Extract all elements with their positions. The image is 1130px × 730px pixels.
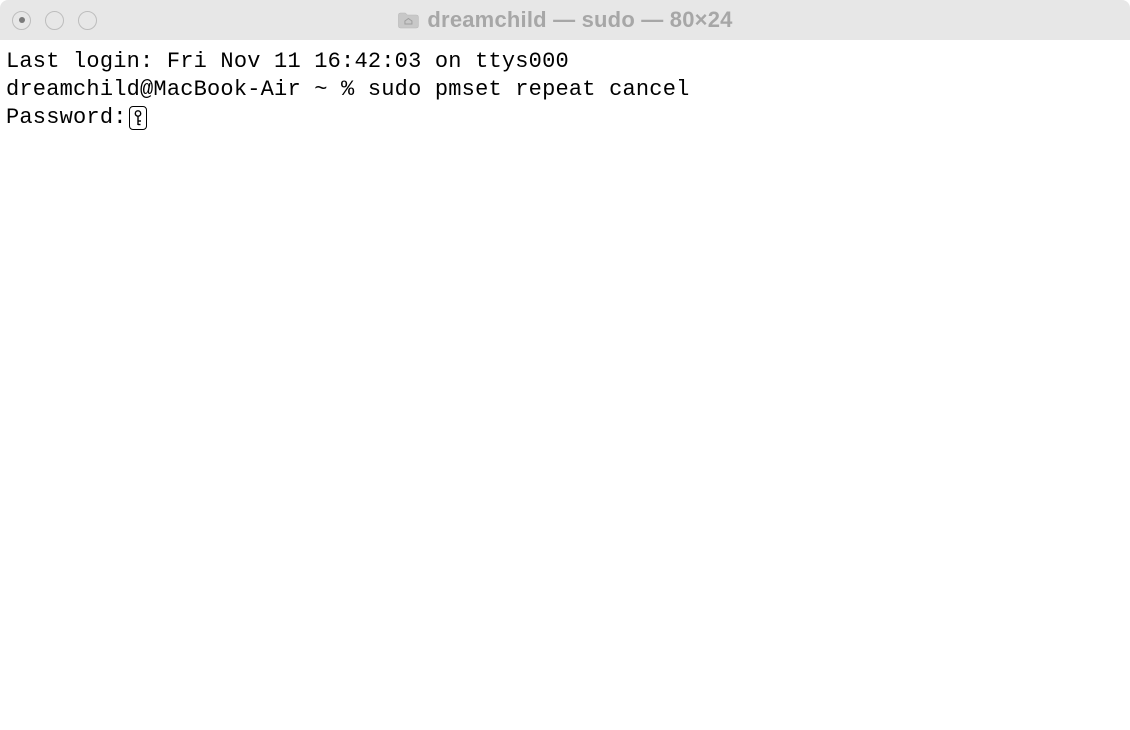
window-title: dreamchild — sudo — 80×24 (427, 7, 732, 33)
window-controls (12, 11, 97, 30)
terminal-last-login: Last login: Fri Nov 11 16:42:03 on ttys0… (6, 48, 1124, 76)
window-titlebar: dreamchild — sudo — 80×24 (0, 0, 1130, 40)
key-icon (129, 106, 147, 130)
zoom-button[interactable] (78, 11, 97, 30)
home-folder-icon (397, 11, 419, 29)
window-title-group: dreamchild — sudo — 80×24 (397, 7, 732, 33)
password-label: Password: (6, 104, 127, 132)
terminal-password-line: Password: (6, 104, 1124, 132)
minimize-button[interactable] (45, 11, 64, 30)
terminal-area[interactable]: Last login: Fri Nov 11 16:42:03 on ttys0… (0, 40, 1130, 730)
close-button[interactable] (12, 11, 31, 30)
terminal-prompt-line: dreamchild@MacBook-Air ~ % sudo pmset re… (6, 76, 1124, 104)
